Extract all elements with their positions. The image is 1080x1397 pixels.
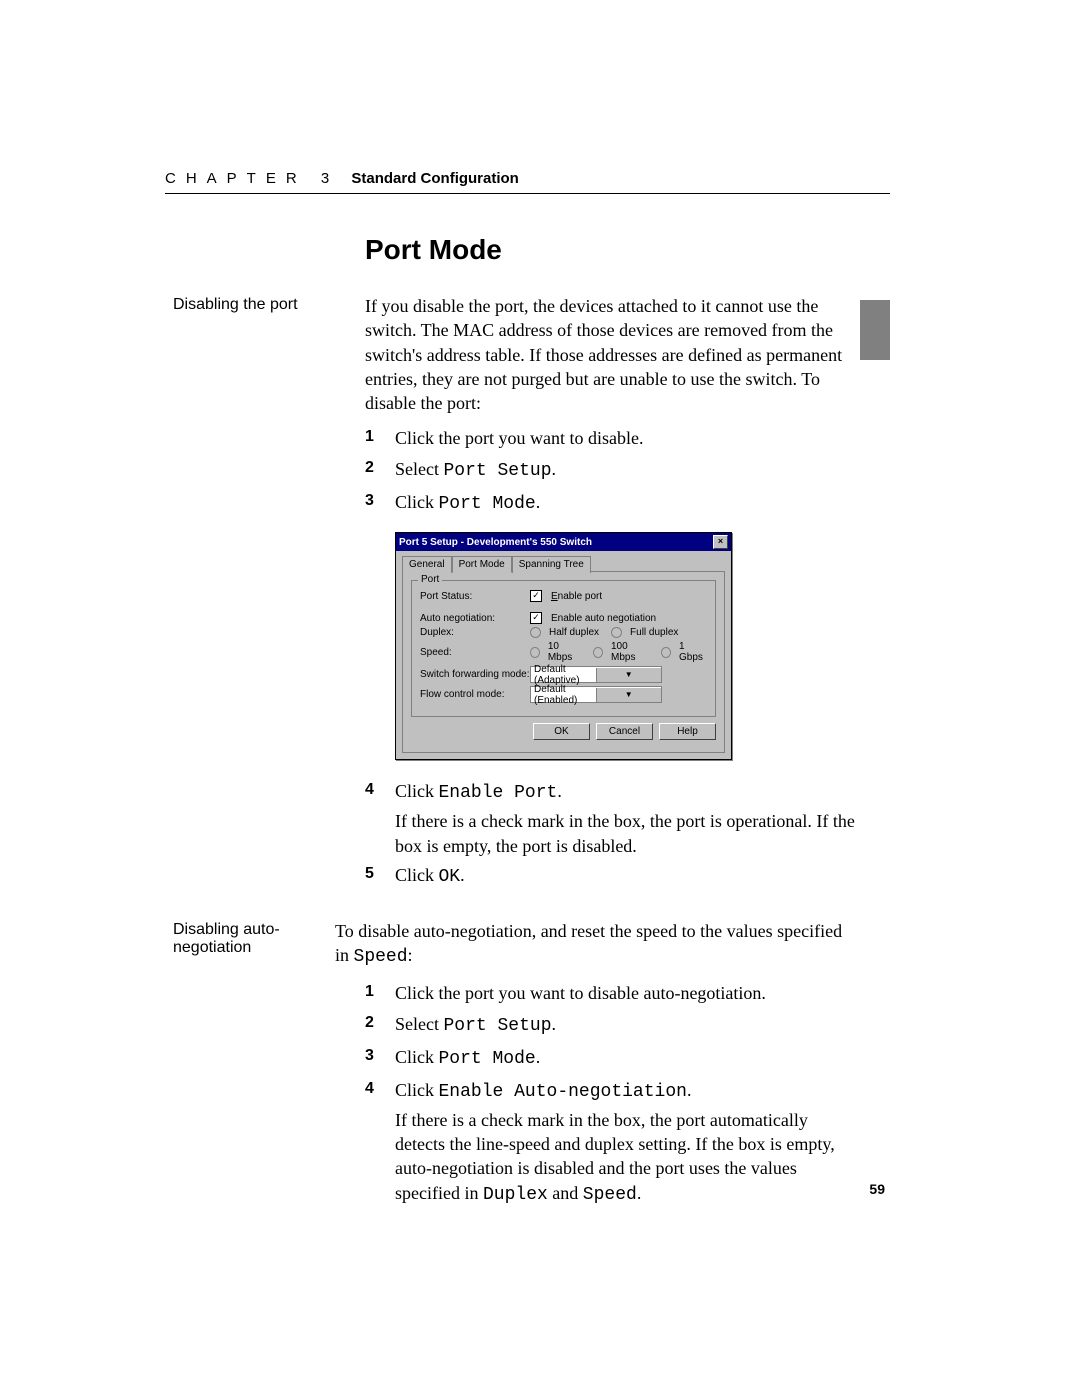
step-4: 4 Click Enable Port. If there is a check… [365,778,855,858]
radio-full-duplex[interactable] [611,627,622,638]
tab-spanning-tree[interactable]: Spanning Tree [512,556,591,573]
cancel-button[interactable]: Cancel [596,723,653,740]
radio-100mbps[interactable] [593,647,603,658]
b2-step-4-body: If there is a check mark in the box, the… [395,1108,855,1207]
section-heading: Port Mode [365,234,855,266]
step-4-body: If there is a check mark in the box, the… [395,809,855,858]
close-icon[interactable]: × [713,535,728,549]
tab-general[interactable]: General [402,556,452,573]
running-header: CHAPTER 3 Standard Configuration [165,170,890,194]
combo-flow-control[interactable]: Default (Enabled) ▼ [530,686,662,703]
combo-forwarding-mode[interactable]: Default (Adaptive) ▼ [530,666,662,683]
dialog-screenshot: Port 5 Setup - Development's 550 Switch … [395,532,855,760]
page-content: CHAPTER 3 Standard Configuration Port Mo… [165,170,935,1217]
step-3: 3 Click Port Mode. [365,489,855,518]
intro-paragraph: If you disable the port, the devices att… [365,294,855,415]
help-button[interactable]: Help [659,723,716,740]
steps-list-1: 1 Click the port you want to disable. 2 … [365,425,855,518]
chapter-label: CHAPTER 3 [165,170,339,187]
side-tab [860,300,890,360]
checkbox-enable-port[interactable]: ✓ [530,590,542,602]
sidenote-disable-autoneg: Disabling auto-negotiation [173,921,353,957]
b2-step-2: 2 Select Port Setup. [365,1011,855,1040]
dialog-titlebar: Port 5 Setup - Development's 550 Switch … [396,533,731,551]
intro-autoneg: To disable auto-negotiation, and reset t… [335,919,855,970]
checkbox-auto-negotiation[interactable]: ✓ [530,612,542,624]
label-flow-control: Flow control mode: [420,689,530,700]
label-speed: Speed: [420,647,530,658]
label-duplex: Duplex: [420,627,530,638]
radio-10mbps[interactable] [530,647,540,658]
chevron-down-icon: ▼ [596,688,662,702]
group-label-port: Port [418,574,442,585]
b2-step-1: 1 Click the port you want to disable aut… [365,980,855,1007]
b2-step-3: 3 Click Port Mode. [365,1044,855,1073]
ok-button[interactable]: OK [533,723,590,740]
page-number: 59 [869,1181,885,1197]
chevron-down-icon: ▼ [596,668,662,682]
step-2: 2 Select Port Setup. [365,456,855,485]
chapter-title: Standard Configuration [351,170,519,187]
radio-half-duplex[interactable] [530,627,541,638]
label-forwarding-mode: Switch forwarding mode: [420,669,530,680]
steps-list-2: 1 Click the port you want to disable aut… [365,980,855,1207]
label-auto-negotiation: Auto negotiation: [420,613,530,624]
label-port-status: Port Status: [420,591,530,602]
step-5: 5 Click OK. [365,862,855,891]
sidenote-disable-port: Disabling the port [173,296,353,314]
dialog-title: Port 5 Setup - Development's 550 Switch [399,537,592,548]
dialog-tabs: General Port Mode Spanning Tree [402,555,725,572]
radio-1gbps[interactable] [661,647,671,658]
steps-list-1b: 4 Click Enable Port. If there is a check… [365,778,855,891]
b2-step-4: 4 Click Enable Auto-negotiation. If ther… [365,1077,855,1207]
tab-port-mode[interactable]: Port Mode [452,556,512,573]
step-1: 1 Click the port you want to disable. [365,425,855,452]
